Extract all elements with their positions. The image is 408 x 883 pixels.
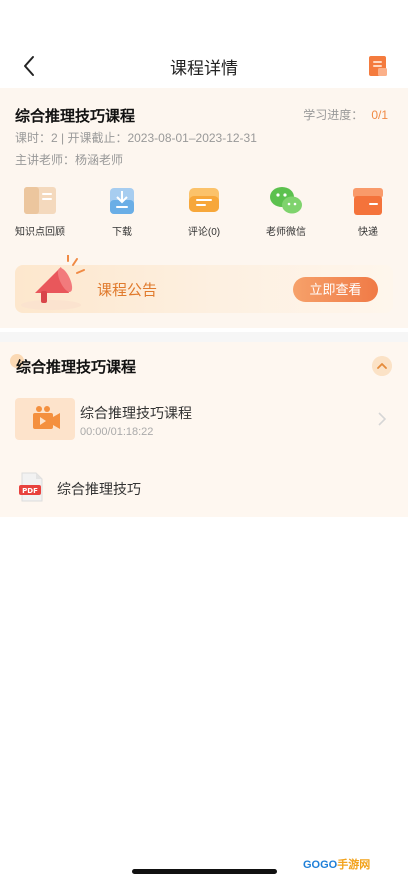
progress-value: 0/1 (371, 108, 388, 122)
action-knowledge-review[interactable]: 知识点回顾 (6, 184, 74, 238)
wechat-icon (270, 187, 302, 214)
book-icon (24, 187, 56, 214)
watermark-logo: GOGO手游网 (303, 856, 370, 872)
video-camera-icon (33, 406, 60, 429)
action-comment[interactable]: 评论(0) (170, 184, 238, 238)
action-label: 快递 (358, 227, 378, 238)
course-notice-banner[interactable]: 课程公告 立即查看 (15, 255, 393, 313)
document-icon[interactable] (366, 54, 390, 78)
lesson-title: 综合推理技巧课程 (80, 405, 192, 421)
home-indicator (132, 869, 277, 874)
watermark-brand-a: GOGO (303, 859, 338, 871)
pdf-file-name: 综合推理技巧 (57, 481, 141, 497)
lesson-thumbnail (15, 398, 75, 440)
action-label: 下载 (112, 227, 132, 238)
lesson-time: 00:00/01:18:22 (80, 426, 154, 438)
pdf-file-item[interactable]: PDF 综合推理技巧 (0, 472, 408, 506)
watermark-brand-b: 手游网 (337, 859, 371, 871)
notice-title: 课程公告 (97, 282, 158, 299)
chapter-section: 综合推理技巧课程 综合推理技巧课程 00:00/01:18:22 PDF 综合推… (0, 342, 408, 517)
action-label: 评论(0) (187, 227, 221, 238)
action-teacher-wechat[interactable]: 老师微信 (252, 184, 320, 238)
course-teacher: 主讲老师：杨涵老师 (15, 153, 124, 167)
nav-bar: 课程详情 (0, 44, 408, 88)
course-meta: 课时：2 | 开课截止：2023-08-01–2023-12-31 (15, 131, 257, 145)
action-express[interactable]: 快递 (334, 184, 402, 238)
action-row: 知识点回顾 下载 评论(0) 老师微信 快递 (0, 184, 408, 244)
course-title: 综合推理技巧课程 (15, 108, 136, 125)
chevron-up-icon[interactable] (372, 356, 392, 376)
section-divider (0, 332, 408, 342)
action-label: 知识点回顾 (15, 227, 65, 238)
course-info-card: 综合推理技巧课程 学习进度： 0/1 课时：2 | 开课截止：2023-08-01… (0, 88, 408, 328)
page-title: 课程详情 (170, 59, 238, 78)
download-icon (110, 188, 134, 214)
pdf-badge-text: PDF (22, 487, 38, 495)
chevron-right-icon (378, 412, 387, 426)
box-icon (353, 188, 383, 215)
action-label: 老师微信 (266, 227, 306, 238)
section-title: 综合推理技巧课程 (16, 359, 137, 376)
pdf-file-icon: PDF (19, 472, 43, 502)
action-download[interactable]: 下载 (88, 184, 156, 238)
lesson-item[interactable]: 综合推理技巧课程 00:00/01:18:22 (0, 398, 408, 448)
learning-progress: 学习进度： 0/1 (303, 106, 388, 123)
view-now-button[interactable]: 立即查看 (293, 277, 378, 302)
comment-icon (189, 188, 219, 212)
progress-label: 学习进度： (303, 108, 364, 122)
megaphone-icon (21, 255, 85, 310)
